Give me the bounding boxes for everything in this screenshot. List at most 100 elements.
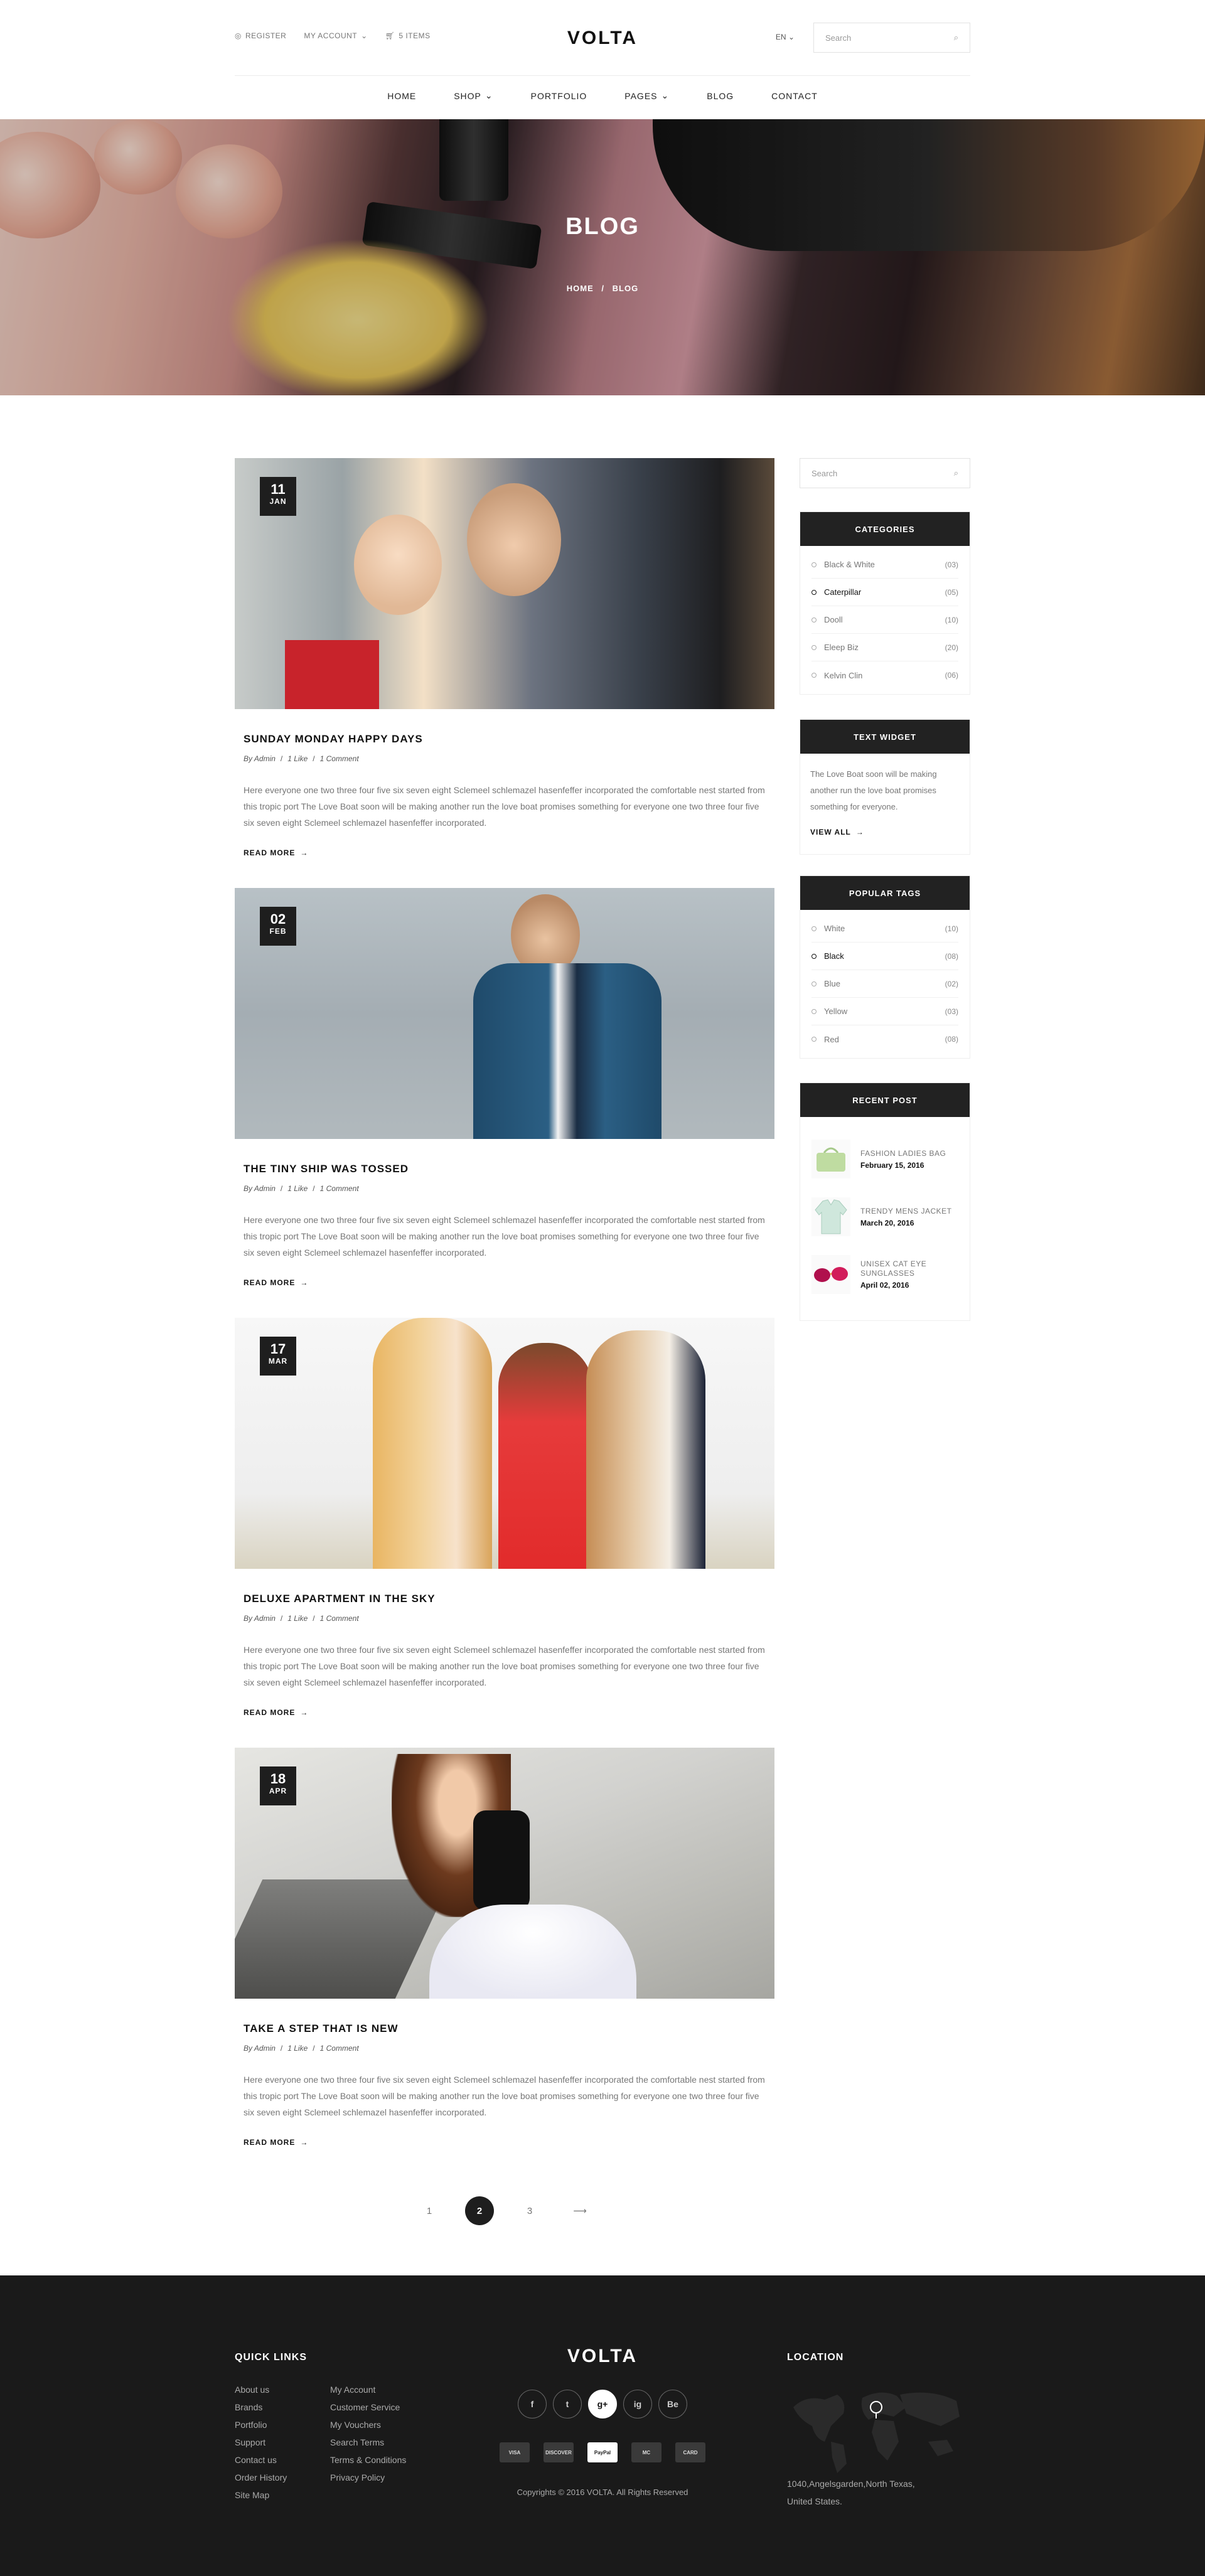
language-selector[interactable]: EN ⌄ [776, 33, 795, 41]
post-comments[interactable]: 1 Comment [320, 1614, 359, 1623]
categories-widget: CATEGORIES Black & White (03) Caterpillar… [800, 511, 970, 695]
search-icon[interactable]: ⌕ [954, 33, 958, 43]
tag-label: Black [824, 951, 844, 961]
nav-blog[interactable]: BLOG [688, 90, 752, 101]
post-comments[interactable]: 1 Comment [320, 2044, 359, 2053]
post-author[interactable]: By Admin [244, 754, 276, 763]
post-image[interactable]: 02 FEB [235, 888, 774, 1139]
text-widget: TEXT WIDGET The Love Boat soon will be m… [800, 719, 970, 855]
site-logo[interactable]: VOLTA [567, 28, 638, 49]
discover-icon: DISCOVER [544, 2442, 574, 2462]
page-link-current[interactable]: 2 [465, 2196, 494, 2225]
chevron-down-icon: ⌄ [788, 33, 795, 41]
footer-logo[interactable]: VOLTA [0, 2346, 1205, 2367]
post-author[interactable]: By Admin [244, 1614, 276, 1623]
instagram-icon[interactable]: ig [623, 2390, 652, 2418]
category-item[interactable]: Eleep Biz (20) [811, 634, 958, 661]
page-link[interactable]: 1 [415, 2196, 444, 2225]
tag-count: (10) [945, 924, 958, 933]
behance-icon[interactable]: Be [658, 2390, 687, 2418]
read-more-link[interactable]: READ MORE → [244, 848, 774, 857]
post-image[interactable]: 18 APR [235, 1748, 774, 1999]
google-plus-icon[interactable]: g+ [588, 2390, 617, 2418]
nav-label: HOME [387, 90, 417, 101]
post-day: 11 [270, 481, 286, 497]
recent-post-item[interactable]: FASHION LADIES BAG February 15, 2016 [800, 1130, 970, 1182]
register-link[interactable]: ◎ REGISTER [235, 31, 286, 40]
post-likes[interactable]: 1 Like [287, 754, 308, 763]
nav-label: SHOP [454, 90, 481, 101]
post-excerpt: Here everyone one two three four five si… [244, 1215, 765, 1258]
read-more-label: READ MORE [244, 1708, 296, 1717]
post-title[interactable]: THE TINY SHIP WAS TOSSED [244, 1163, 774, 1175]
nav-shop[interactable]: SHOP ⌄ [435, 90, 511, 101]
post-likes[interactable]: 1 Like [287, 1184, 308, 1193]
my-account-link[interactable]: MY ACCOUNT ⌄ [304, 31, 367, 40]
tag-item[interactable]: Blue (02) [811, 970, 958, 998]
post-photo-person [467, 483, 561, 596]
register-label: REGISTER [245, 31, 287, 40]
recent-post-date: March 20, 2016 [860, 1218, 914, 1227]
tag-item[interactable]: Black (08) [811, 943, 958, 970]
post-title[interactable]: DELUXE APARTMENT IN THE SKY [244, 1593, 774, 1605]
twitter-icon[interactable]: t [553, 2390, 582, 2418]
read-more-link[interactable]: READ MORE → [244, 2138, 774, 2147]
view-all-link[interactable]: VIEW ALL → [810, 824, 960, 840]
cart-link[interactable]: 🛒︎ 5 ITEMS [385, 31, 431, 40]
post-likes[interactable]: 1 Like [287, 1614, 308, 1623]
post-title[interactable]: SUNDAY MONDAY HAPPY DAYS [244, 733, 774, 746]
post-comments[interactable]: 1 Comment [320, 754, 359, 763]
nav-label: PORTFOLIO [530, 90, 587, 101]
search-icon[interactable]: ⌕ [954, 468, 958, 478]
footer-link[interactable]: Privacy Policy [330, 2469, 406, 2486]
footer-address: 1040,Angelsgarden,North Texas, United St… [787, 2479, 915, 2506]
post-author[interactable]: By Admin [244, 1184, 276, 1193]
jacket-icon [811, 1197, 850, 1236]
facebook-icon[interactable]: f [518, 2390, 547, 2418]
nav-home[interactable]: HOME [368, 90, 435, 101]
my-account-label: MY ACCOUNT [304, 31, 358, 40]
breadcrumb: HOME / BLOG [0, 284, 1205, 293]
category-item[interactable]: Caterpillar (05) [811, 579, 958, 606]
footer-link[interactable]: My Vouchers [330, 2416, 406, 2434]
sidebar-search-input[interactable]: Search ⌕ [800, 458, 970, 488]
category-label: Kelvin Clin [824, 670, 863, 680]
tag-item[interactable]: Yellow (03) [811, 998, 958, 1025]
read-more-link[interactable]: READ MORE → [244, 1278, 774, 1287]
header-search-input[interactable]: Search ⌕ [813, 23, 970, 53]
next-page-icon[interactable]: ⟶ [565, 2196, 594, 2225]
footer-link[interactable]: Portfolio [235, 2416, 287, 2434]
tag-label: White [824, 924, 845, 933]
bullet-icon [811, 1008, 817, 1014]
nav-contact[interactable]: CONTACT [752, 90, 837, 101]
footer-link[interactable]: Order History [235, 2469, 287, 2486]
tag-item[interactable]: Red (08) [811, 1025, 958, 1053]
post-image[interactable]: 17 MAR [235, 1318, 774, 1569]
post-title[interactable]: TAKE A STEP THAT IS NEW [244, 2023, 774, 2035]
post-comments[interactable]: 1 Comment [320, 1184, 359, 1193]
category-item[interactable]: Kelvin Clin (06) [811, 661, 958, 689]
copyright: Copyrights © 2016 VOLTA. All Rights Rese… [517, 2488, 688, 2497]
tag-count: (08) [945, 1035, 958, 1044]
category-item[interactable]: Black & White (03) [811, 551, 958, 579]
post-author[interactable]: By Admin [244, 2044, 276, 2053]
post-excerpt: Here everyone one two three four five si… [244, 1645, 765, 1687]
cart-label: 5 ITEMS [399, 31, 431, 40]
tag-item[interactable]: White (10) [811, 915, 958, 943]
category-item[interactable]: Dooll (10) [811, 606, 958, 634]
nav-pages[interactable]: PAGES ⌄ [606, 90, 688, 101]
post-image[interactable]: 11 JAN [235, 458, 774, 709]
bullet-icon [811, 562, 817, 567]
post-month: APR [269, 1787, 287, 1795]
bullet-icon [811, 673, 817, 678]
chevron-down-icon: ⌄ [361, 31, 368, 40]
recent-post-item[interactable]: TRENDY MENS JACKET March 20, 2016 [800, 1182, 970, 1240]
breadcrumb-home[interactable]: HOME [567, 284, 594, 293]
nav-portfolio[interactable]: PORTFOLIO [512, 90, 606, 101]
cart-icon: 🛒︎ [385, 31, 395, 40]
recent-post-item[interactable]: UNISEX CAT EYE SUNGLASSES April 02, 2016 [800, 1240, 970, 1298]
post-likes[interactable]: 1 Like [287, 2044, 308, 2053]
post-meta: By Admin/ 1 Like/ 1 Comment [244, 1184, 359, 1193]
page-link[interactable]: 3 [515, 2196, 544, 2225]
read-more-link[interactable]: READ MORE → [244, 1708, 774, 1717]
